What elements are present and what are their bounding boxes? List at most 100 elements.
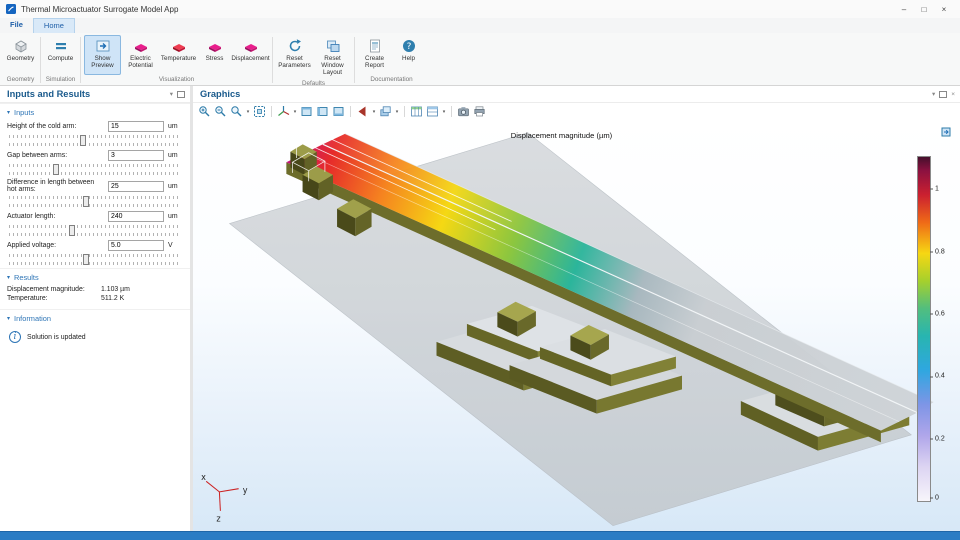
image-snapshot-button[interactable] [456, 104, 471, 119]
actuator-length-slider[interactable] [7, 224, 183, 237]
slider-thumb[interactable] [83, 254, 89, 265]
button-label: Temperature [161, 55, 196, 62]
panel-header: Inputs and Results ▾ [0, 86, 190, 103]
minimize-icon[interactable]: – [894, 5, 914, 14]
electric-potential-button[interactable]: Electric Potential [122, 35, 159, 75]
stress-button[interactable]: Stress [198, 35, 231, 75]
camera-icon [457, 105, 470, 118]
create-report-button[interactable]: Create Report [358, 35, 391, 75]
toolbar-separator [350, 106, 351, 117]
temperature-button[interactable]: Temperature [160, 35, 197, 75]
applied-voltage-slider[interactable] [7, 253, 183, 266]
difference-slider[interactable] [7, 195, 183, 208]
default-view-button[interactable] [276, 104, 291, 119]
3d-scene[interactable]: x y z [193, 120, 960, 532]
caret-icon: ▾ [394, 109, 400, 115]
section-inputs[interactable]: ▾ Inputs [0, 103, 190, 120]
maximize-icon[interactable]: □ [914, 5, 934, 14]
environment-icon [379, 105, 392, 118]
section-information[interactable]: ▾ Information [0, 309, 190, 326]
field-unit: um [168, 213, 183, 220]
panel-close-icon[interactable]: × [951, 91, 955, 98]
applied-voltage-input[interactable] [108, 240, 164, 251]
menu-bar: File Home [0, 18, 960, 33]
panel-title: Graphics [200, 89, 240, 99]
view-xy-icon [300, 105, 313, 118]
print-button[interactable] [472, 104, 487, 119]
height-slider[interactable] [7, 134, 183, 147]
zoom-out-button[interactable] [213, 104, 228, 119]
printer-icon [473, 105, 486, 118]
input-field-difference: Difference in length between hot arms: u… [0, 178, 190, 210]
graphics-toolbar: ▾ ▾ ▾ ▾ ▾ [193, 103, 960, 120]
close-icon[interactable]: × [934, 5, 954, 14]
chevron-down-icon: ▾ [7, 109, 10, 116]
actuator-length-input[interactable] [108, 211, 164, 222]
result-displacement: Displacement magnitude: 1.103 µm [0, 285, 190, 294]
view-yz-button[interactable] [315, 104, 330, 119]
gap-input[interactable] [108, 150, 164, 161]
field-label: Height of the cold arm: [7, 123, 104, 130]
displacement-button[interactable]: Displacement [232, 35, 269, 75]
panel-float-icon[interactable] [939, 91, 947, 98]
panel-title: Inputs and Results [7, 89, 90, 99]
panel-menu-icon[interactable]: ▾ [170, 90, 173, 98]
slider-thumb[interactable] [80, 135, 86, 146]
plot-settings-button[interactable] [425, 104, 440, 119]
view-xz-button[interactable] [331, 104, 346, 119]
toolbar-separator [451, 106, 452, 117]
field-unit: um [168, 123, 183, 130]
height-input[interactable] [108, 121, 164, 132]
slider-thumb[interactable] [83, 196, 89, 207]
zoom-extents-button[interactable] [252, 104, 267, 119]
axis-y-label: y [243, 485, 248, 495]
ribbon-group-simulation: Compute Simulation [44, 35, 77, 85]
zoom-in-button[interactable] [197, 104, 212, 119]
legend-tick: 1 [935, 185, 939, 192]
color-table-icon [410, 105, 423, 118]
reset-window-layout-button[interactable]: Reset Window Layout [314, 35, 351, 79]
temperature-icon [171, 38, 187, 54]
compute-button[interactable]: Compute [44, 35, 77, 75]
info-icon: i [9, 331, 21, 343]
result-value: 1.103 µm [101, 286, 130, 293]
graphics-canvas[interactable]: x y z Displacement magnitude (µm) 1 0.8 … [193, 120, 960, 532]
difference-input[interactable] [108, 181, 164, 192]
plot-export-icon[interactable] [941, 127, 951, 137]
button-label: Electric Potential [124, 55, 157, 69]
field-label: Difference in length between hot arms: [7, 179, 104, 193]
ribbon-group-geometry: Geometry Geometry [4, 35, 37, 85]
button-label: Stress [206, 55, 224, 62]
plot-title: Displacement magnitude (µm) [193, 131, 930, 140]
slider-thumb[interactable] [69, 225, 75, 236]
reset-parameters-button[interactable]: Reset Parameters [276, 35, 313, 75]
environment-button[interactable] [378, 104, 393, 119]
help-button[interactable]: ? Help [392, 35, 425, 75]
geometry-button[interactable]: Geometry [4, 35, 37, 75]
ribbon-group-label: Geometry [4, 75, 37, 85]
button-label: Compute [48, 55, 74, 62]
panel-float-icon[interactable] [177, 91, 185, 98]
slider-thumb[interactable] [53, 164, 59, 175]
ribbon-group-defaults: Reset Parameters Reset Window Layout Def… [276, 35, 351, 85]
color-table-button[interactable] [409, 104, 424, 119]
panel-header: Graphics ▾ × [193, 86, 960, 103]
tab-home[interactable]: Home [33, 18, 75, 33]
ribbon-group-documentation: Create Report ? Help Documentation [358, 35, 425, 85]
show-preview-button[interactable]: Show Preview [84, 35, 121, 75]
panel-menu-icon[interactable]: ▾ [932, 90, 935, 98]
window-title: Thermal Microactuator Surrogate Model Ap… [21, 5, 178, 14]
default-view-icon [277, 105, 290, 118]
field-label: Applied voltage: [7, 242, 104, 249]
scene-light-button[interactable] [355, 104, 370, 119]
result-label: Displacement magnitude: [7, 286, 101, 293]
axis-triad: x y z [201, 472, 247, 523]
input-field-length: Actuator length: um [0, 210, 190, 239]
section-results[interactable]: ▾ Results [0, 268, 190, 285]
gap-slider[interactable] [7, 163, 183, 176]
view-xy-button[interactable] [299, 104, 314, 119]
ribbon-separator [40, 37, 41, 83]
axis-z-label: z [216, 513, 220, 523]
file-menu[interactable]: File [0, 18, 33, 33]
zoom-menu-button[interactable] [229, 104, 244, 119]
